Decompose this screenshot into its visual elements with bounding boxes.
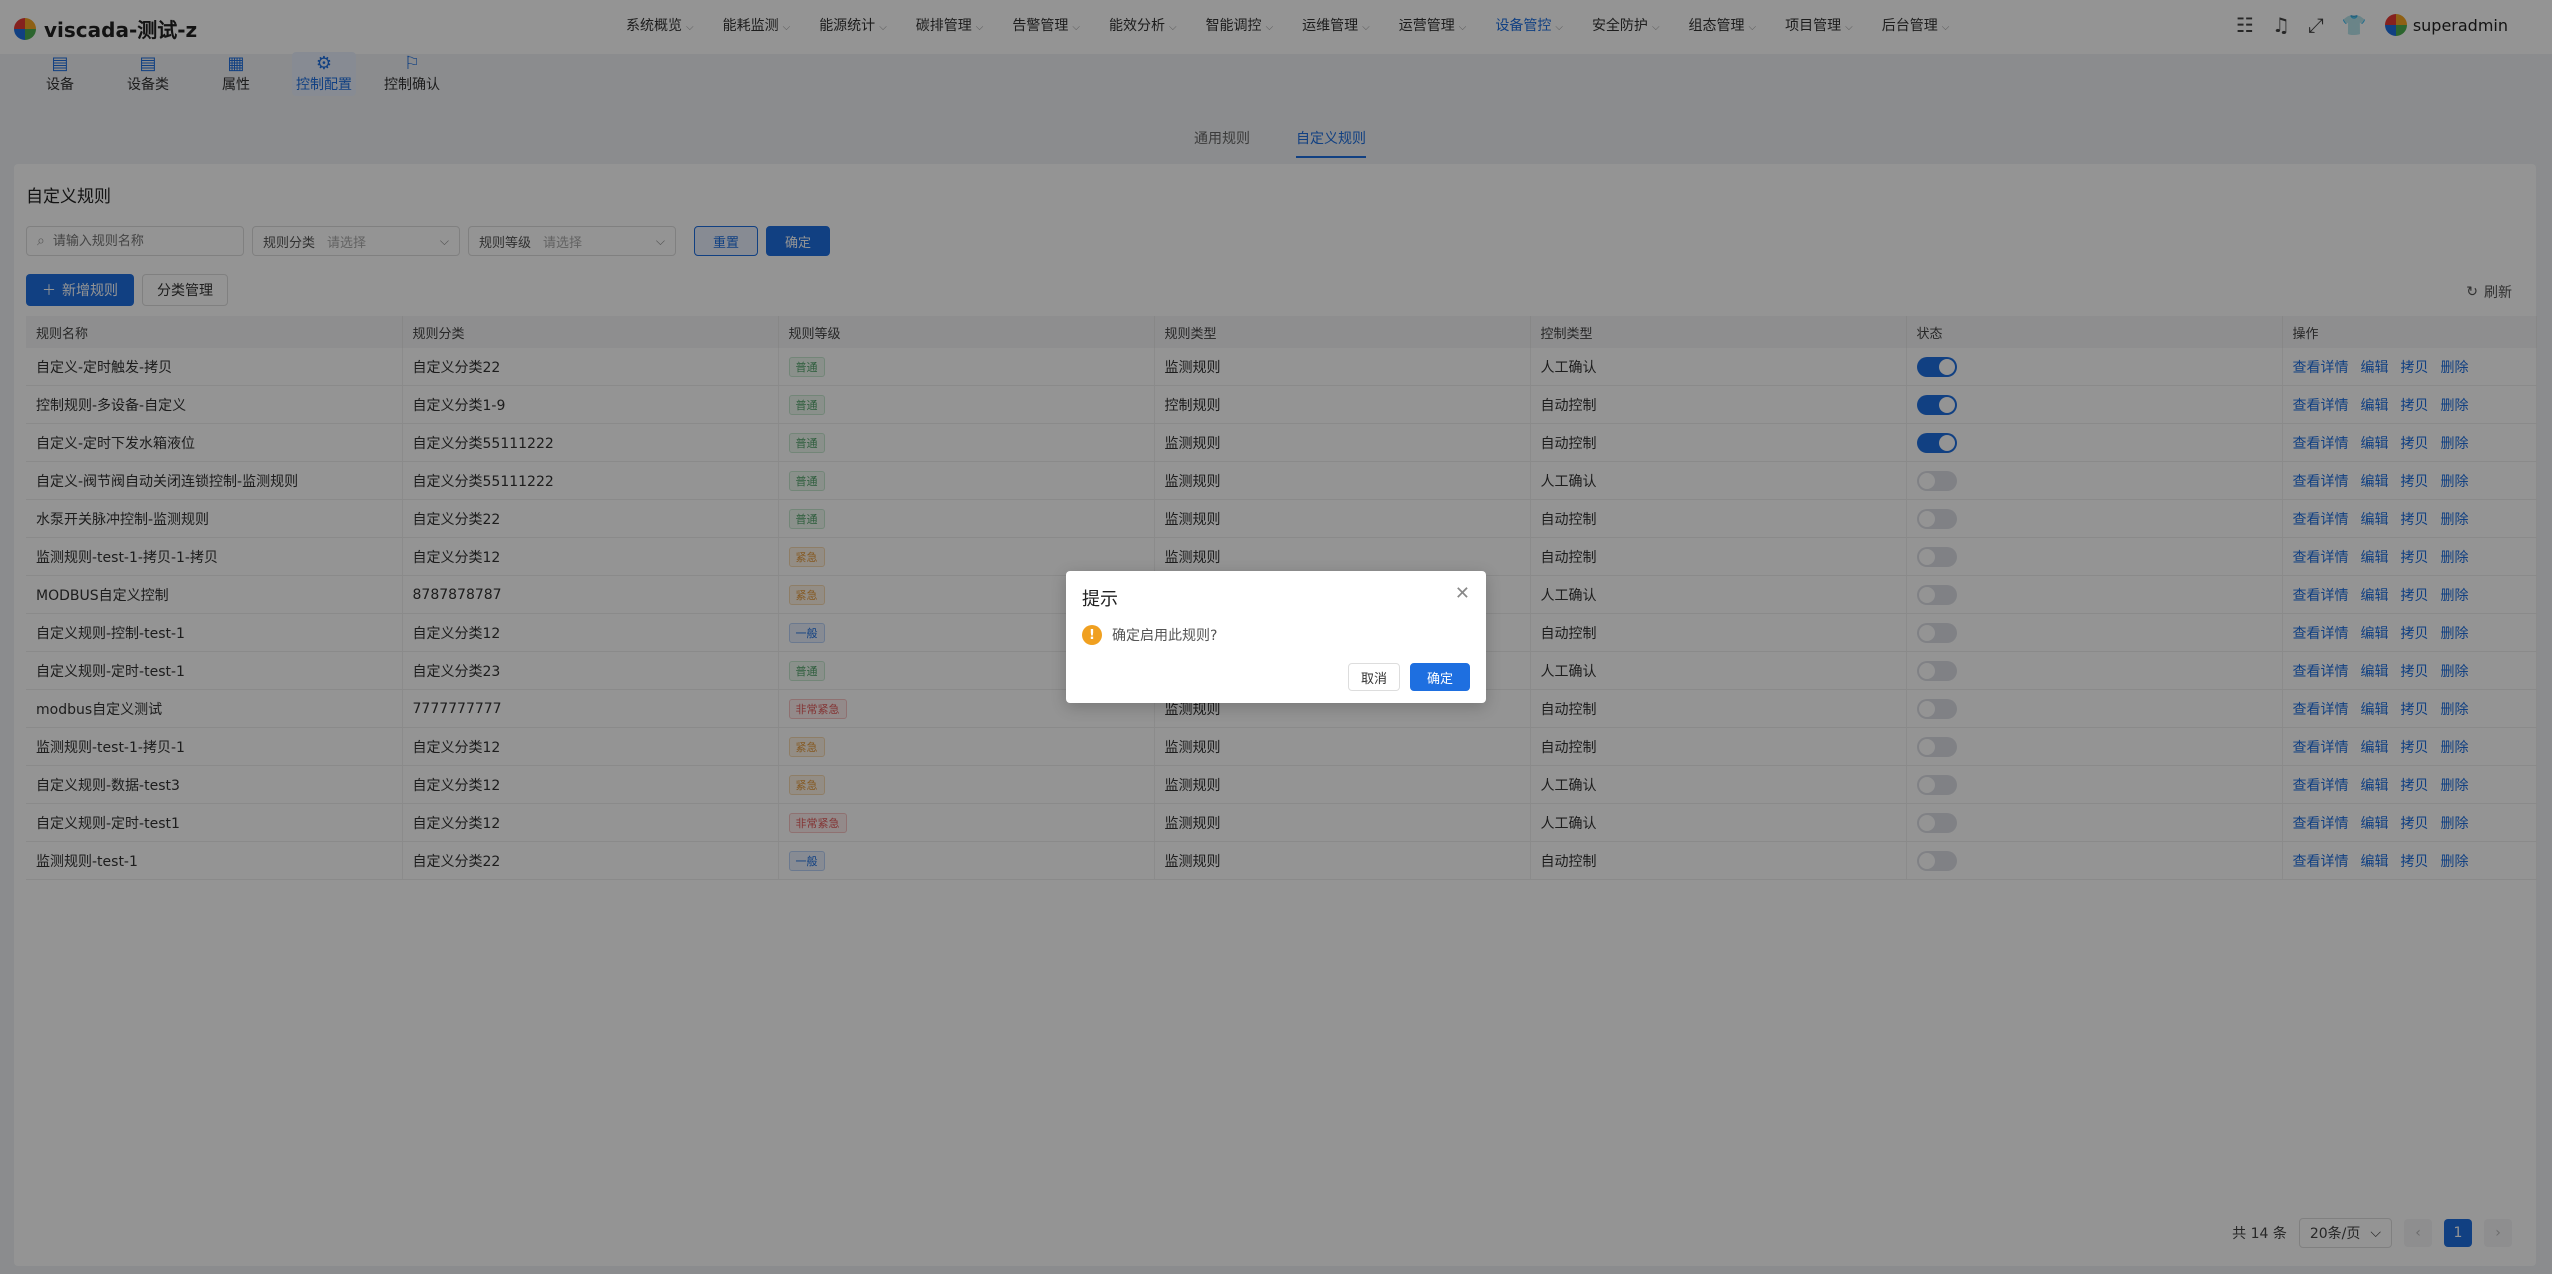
dialog-title: 提示 <box>1082 589 1118 610</box>
dialog-message: 确定启用此规则? <box>1112 628 1218 644</box>
warning-icon: ! <box>1082 625 1102 645</box>
close-icon[interactable]: ✕ <box>1455 583 1470 604</box>
ok-button[interactable]: 确定 <box>1409 663 1470 691</box>
dialog-footer: 取消 确定 <box>1347 663 1470 691</box>
confirm-dialog: 提示 ✕ ! 确定启用此规则? 取消 确定 <box>1066 571 1486 703</box>
dialog-body: ! 确定启用此规则? <box>1082 625 1217 645</box>
cancel-button[interactable]: 取消 <box>1347 663 1400 691</box>
